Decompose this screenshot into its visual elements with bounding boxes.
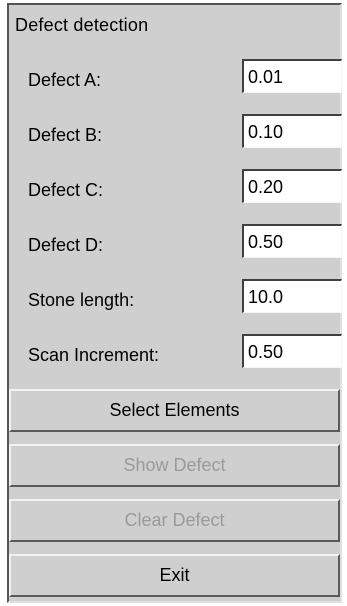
panel-title: Defect detection [15, 15, 149, 35]
field-row-defect-d: Defect D: [9, 224, 342, 264]
exit-button[interactable]: Exit [9, 554, 340, 597]
defect-b-input[interactable] [242, 114, 342, 148]
defect-c-label: Defect C: [28, 180, 104, 200]
defect-detection-panel: Defect detection Defect A: Defect B: Def… [7, 3, 342, 603]
field-row-defect-c: Defect C: [9, 169, 342, 209]
defect-d-label: Defect D: [28, 235, 104, 255]
show-defect-button[interactable]: Show Defect [9, 444, 340, 487]
field-row-stone-length: Stone length: [9, 279, 342, 319]
select-elements-button[interactable]: Select Elements [9, 389, 340, 432]
defect-d-input[interactable] [242, 224, 342, 258]
defect-a-label: Defect A: [28, 70, 102, 90]
scan-increment-label: Scan Increment: [28, 345, 160, 365]
field-row-defect-a: Defect A: [9, 59, 342, 99]
defect-a-input[interactable] [242, 59, 342, 93]
clear-defect-button[interactable]: Clear Defect [9, 499, 340, 542]
field-row-defect-b: Defect B: [9, 114, 342, 154]
defect-c-input[interactable] [242, 169, 342, 203]
scan-increment-input[interactable] [242, 334, 342, 368]
stone-length-input[interactable] [242, 279, 342, 313]
stone-length-label: Stone length: [28, 290, 135, 310]
field-row-scan-increment: Scan Increment: [9, 334, 342, 374]
defect-b-label: Defect B: [28, 125, 103, 145]
